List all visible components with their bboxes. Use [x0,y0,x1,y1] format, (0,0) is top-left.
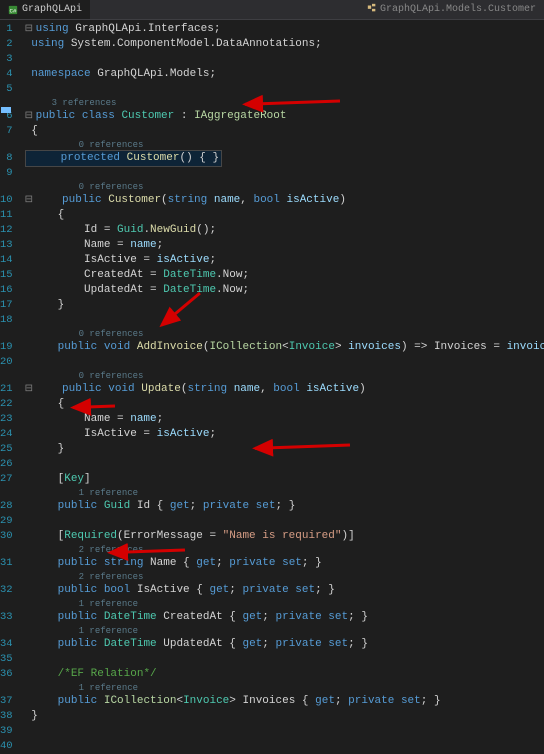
line-number: 24 [0,427,13,442]
line-number: 25 [0,442,13,457]
code-line[interactable]: ⊟public class Customer : IAggregateRoot [25,109,544,124]
code-line[interactable]: public ICollection<Invoice> Invoices { g… [25,694,544,709]
line-number: 22 [0,397,13,412]
code-line[interactable]: UpdatedAt = DateTime.Now; [25,283,544,298]
breadcrumb-text: GraphQLApi.Models.Customer [380,4,536,15]
line-number: 40 [0,739,13,754]
tab-title: GraphQLApi [22,4,82,15]
line-number: 14 [0,253,13,268]
line-number: 37 [0,694,13,709]
line-number: 15 [0,268,13,283]
line-number: 31 [0,556,13,571]
code-line[interactable]: Name = name; [25,238,544,253]
line-number: 11 [0,208,13,223]
codelens-reference[interactable]: 0 references [25,181,544,193]
line-number: 23 [0,412,13,427]
code-line[interactable]: public Guid Id { get; private set; } [25,499,544,514]
line-number: 32 [0,583,13,598]
line-number: 4 [0,67,13,82]
line-number: 33 [0,610,13,625]
code-line[interactable]: IsActive = isActive; [25,427,544,442]
code-content[interactable]: ⊟using GraphQLApi.Interfaces; using Syst… [19,20,544,630]
code-line[interactable] [25,514,544,529]
breadcrumb[interactable]: GraphQLApi.Models.Customer [367,3,536,17]
line-number: 19 [0,340,13,355]
line-number: 28 [0,499,13,514]
code-line[interactable]: protected Customer() { } [25,151,544,166]
codelens-reference[interactable]: 2 references [25,544,544,556]
code-line[interactable]: IsActive = isActive; [25,253,544,268]
code-line[interactable]: /*EF Relation*/ [25,667,544,682]
code-line[interactable] [25,724,544,739]
line-number: 3 [0,52,13,67]
line-number: 38 [0,709,13,724]
code-line[interactable]: public void AddInvoice(ICollection<Invoi… [25,340,544,355]
code-line[interactable]: CreatedAt = DateTime.Now; [25,268,544,283]
line-number: 26 [0,457,13,472]
code-line[interactable] [25,52,544,67]
codelens-reference[interactable]: 1 reference [25,625,544,637]
code-line[interactable]: } [25,442,544,457]
code-line[interactable]: using System.ComponentModel.DataAnnotati… [25,37,544,52]
code-line[interactable] [25,652,544,667]
code-line[interactable]: namespace GraphQLApi.Models; [25,67,544,82]
code-line[interactable]: } [25,709,544,724]
line-number: 18 [0,313,13,328]
code-line[interactable]: ⊟ public Customer(string name, bool isAc… [25,193,544,208]
svg-text:C#: C# [10,7,17,14]
code-line[interactable]: Name = name; [25,412,544,427]
codelens-reference[interactable]: 1 reference [25,598,544,610]
line-number: 10 [0,193,13,208]
codelens-reference[interactable]: 0 references [25,370,544,382]
line-number: 29 [0,514,13,529]
bookmark-indicator-icon [0,104,12,116]
line-number: 12 [0,223,13,238]
class-icon [367,3,377,17]
codelens-reference[interactable]: 1 reference [25,682,544,694]
code-line[interactable]: { [25,397,544,412]
line-number: 13 [0,238,13,253]
line-number: 7 [0,124,13,139]
code-line[interactable]: ⊟ public void Update(string name, bool i… [25,382,544,397]
line-number: 30 [0,529,13,544]
line-number: 21 [0,382,13,397]
line-number: 20 [0,355,13,370]
line-number: 8 [0,151,13,166]
line-number: 34 [0,637,13,652]
file-tab[interactable]: C# GraphQLApi [0,0,90,19]
line-number: 2 [0,37,13,52]
line-number: 35 [0,652,13,667]
line-number: 9 [0,166,13,181]
code-editor[interactable]: 1234567891011121314151617181920212223242… [0,20,544,630]
code-line[interactable]: public DateTime UpdatedAt { get; private… [25,637,544,652]
line-number: 17 [0,298,13,313]
codelens-reference[interactable]: 0 references [25,328,544,340]
csharp-file-icon: C# [8,5,18,15]
line-number: 27 [0,472,13,487]
codelens-reference[interactable]: 1 reference [25,487,544,499]
codelens-reference[interactable]: 3 references [25,97,544,109]
code-line[interactable]: ⊟using GraphQLApi.Interfaces; [25,22,544,37]
code-line[interactable]: } [25,298,544,313]
line-number: 16 [0,283,13,298]
line-number: 1 [0,22,13,37]
code-line[interactable] [25,457,544,472]
code-line[interactable] [25,739,544,754]
tab-bar: C# GraphQLApi GraphQLApi.Models.Customer [0,0,544,20]
line-number: 36 [0,667,13,682]
code-line[interactable]: { [25,208,544,223]
line-number: 5 [0,82,13,97]
codelens-reference[interactable]: 2 references [25,571,544,583]
line-number: 39 [0,724,13,739]
code-line[interactable]: Id = Guid.NewGuid(); [25,223,544,238]
